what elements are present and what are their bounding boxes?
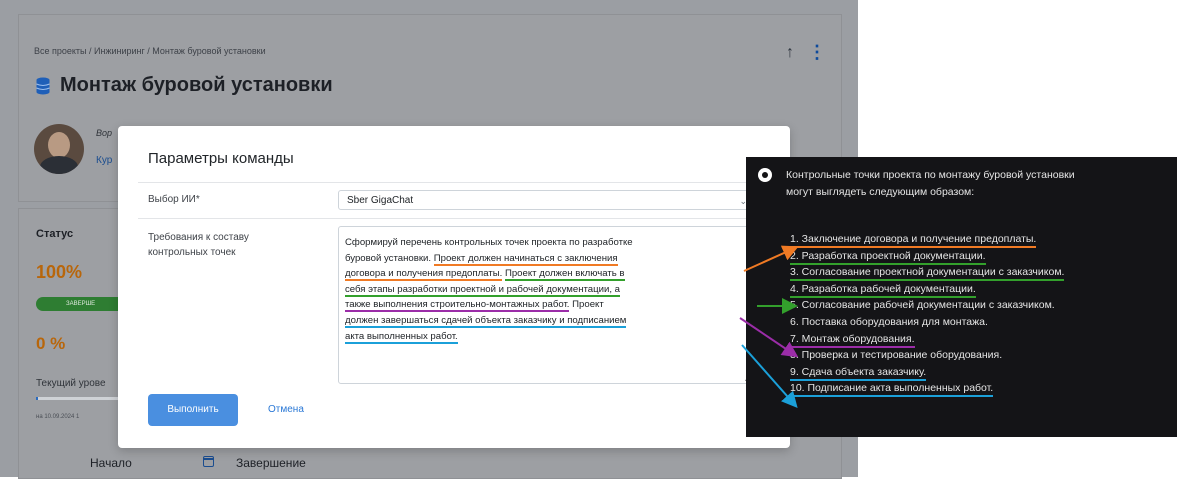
prompt-phrase-purple: также выполнения строительно-монтажных р… [345, 299, 570, 313]
avatar [34, 124, 84, 174]
cancel-button[interactable]: Отмена [268, 394, 304, 426]
header-actions: ↑ ⋮ [786, 42, 826, 63]
arrow-up-icon[interactable]: ↑ [786, 44, 794, 62]
modal-title: Параметры команды [148, 150, 294, 167]
status-percent-zero: 0 % [36, 334, 66, 353]
prompt-line: Проект [569, 299, 604, 311]
breadcrumb[interactable]: Все проекты / Инжиниринг / Монтаж бурово… [34, 46, 266, 56]
list-item: 4. Разработка рабочей документации. [790, 281, 1064, 298]
response-intro: Контрольные точки проекта по монтажу бур… [786, 167, 1075, 201]
progress-date: на 10.09.2024 1 [36, 414, 80, 420]
list-item: 8. Проверка и тестирование оборудования. [790, 349, 1003, 362]
ai-select[interactable]: Sber GigaChat ⌄ [338, 190, 756, 210]
ai-assistant-icon [758, 168, 772, 182]
requirements-label: Требования к составу контрольных точек [148, 230, 249, 260]
modal-divider [138, 182, 790, 183]
ai-response-panel: Контрольные точки проекта по монтажу бур… [746, 157, 1177, 437]
start-label: Начало [90, 456, 132, 470]
current-level-label: Текущий урове [36, 378, 106, 389]
owner-label: Вор [96, 128, 113, 138]
modal-divider [138, 218, 790, 219]
response-intro-line: Контрольные точки проекта по монтажу бур… [786, 169, 1075, 181]
owner-link[interactable]: Кур [96, 155, 112, 166]
calendar-icon[interactable] [203, 456, 214, 467]
prompt-phrase-green: себя этапы разработки проектной и рабоче… [345, 283, 620, 297]
prompt-phrase-orange: договора и получения предоплаты. [345, 268, 503, 282]
ai-select-value: Sber GigaChat [347, 195, 414, 206]
list-item: 6. Поставка оборудования для монтажа. [790, 315, 988, 328]
list-item: 2. Разработка проектной документации. [790, 248, 1064, 265]
response-intro-line: могут выглядеть следующим образом: [786, 186, 975, 198]
prompt-line: буровой установки. [345, 252, 434, 264]
list-item: 10. Подписание акта выполненных работ. [790, 380, 1064, 398]
prompt-phrase-blue: должен завершаться сдачей объекта заказч… [345, 314, 627, 328]
list-item: 3. Согласование проектной документации с… [790, 264, 1065, 282]
requirements-label-line: Требования к составу [148, 232, 249, 243]
page-title-text: Монтаж буровой установки [60, 74, 333, 96]
database-icon [36, 77, 50, 94]
end-label: Завершение [236, 456, 306, 470]
ai-select-label: Выбор ИИ* [148, 194, 200, 205]
list-item: 1. Заключение договора и получение предо… [790, 231, 1064, 248]
prompt-phrase-blue: акта выполненных работ. [345, 330, 458, 344]
list-item: 7. Монтаж оборудования. [790, 331, 1064, 348]
list-item: 5. Согласование рабочей документации с з… [790, 299, 1055, 312]
prompt-phrase-green: Проект должен включать в [504, 268, 625, 282]
requirements-label-line: контрольных точек [148, 247, 236, 258]
milestone-list: 1. Заключение договора и получение предо… [790, 231, 1065, 398]
page-title: Монтаж буровой установки [36, 74, 333, 97]
status-percent-complete: 100% [36, 262, 83, 282]
team-parameters-modal: Параметры команды Выбор ИИ* Sber GigaCha… [118, 126, 790, 448]
run-button[interactable]: Выполнить [148, 394, 238, 426]
requirements-textarea[interactable]: Сформируй перечень контрольных точек про… [338, 226, 756, 384]
prompt-line: Сформируй перечень контрольных точек про… [345, 237, 633, 248]
progress-fill [36, 397, 39, 400]
list-item: 9. Сдача объекта заказчику. [790, 364, 1064, 381]
kebab-menu-icon[interactable]: ⋮ [808, 42, 826, 63]
prompt-phrase-orange: Проект должен начинаться с заключения [433, 252, 618, 266]
status-title: Статус [36, 228, 74, 240]
